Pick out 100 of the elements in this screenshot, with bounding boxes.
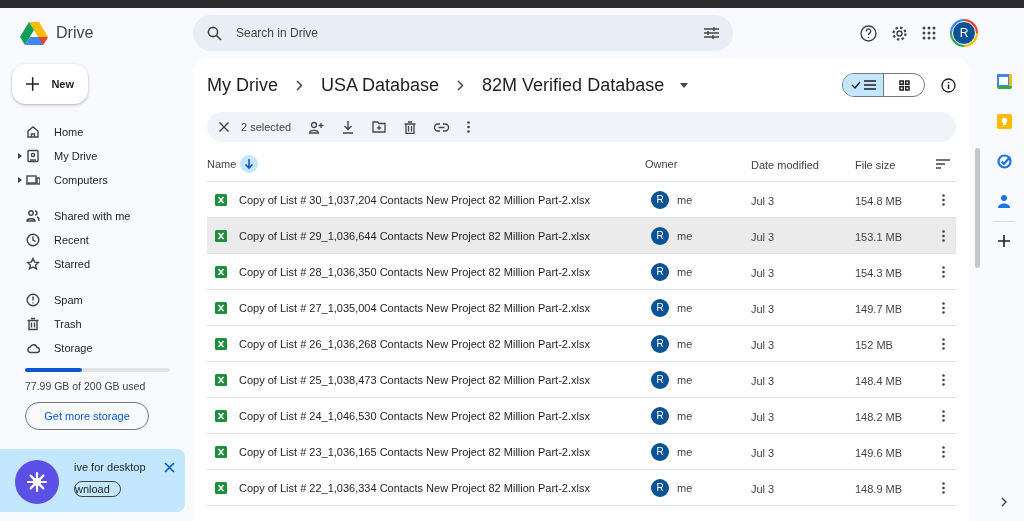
- breadcrumb-item[interactable]: My Drive: [207, 74, 278, 96]
- scrollbar-thumb[interactable]: [974, 148, 980, 268]
- more-icon[interactable]: [941, 229, 945, 242]
- file-row[interactable]: Copy of List # 24_1,046,530 Contacts New Project 82 Million Part-2.xlsx R me Jul 3 148.2 MB: [207, 398, 956, 434]
- more-icon[interactable]: [467, 121, 471, 133]
- breadcrumb-item[interactable]: 82M Verified Database: [482, 74, 665, 96]
- sidebar-item[interactable]: Computers: [12, 168, 193, 192]
- owner-name: me: [677, 193, 693, 206]
- move-folder-icon[interactable]: [372, 121, 387, 133]
- size-cell: 148.2 MB: [855, 410, 903, 423]
- date-cell: Jul 3: [751, 338, 775, 351]
- owner-name: me: [677, 229, 693, 242]
- clock-icon: [26, 233, 40, 247]
- file-row[interactable]: Copy of List # 25_1,038,473 Contacts New Project 82 Million Part-2.xlsx R me Jul 3 148.4 MB: [207, 362, 956, 398]
- spreadsheet-icon: [215, 193, 227, 206]
- size-cell: 148.4 MB: [855, 374, 903, 387]
- trash-icon: [26, 317, 40, 331]
- owner-name: me: [677, 373, 693, 386]
- expand-arrow-icon[interactable]: [18, 177, 22, 183]
- file-row[interactable]: Copy of List # 26_1,036,268 Contacts New Project 82 Million Part-2.xlsx R me Jul 3 152 MB: [207, 326, 956, 362]
- file-row[interactable]: Copy of List # 23_1,036,165 Contacts New Project 82 Million Part-2.xlsx R me Jul 3 149.6 MB: [207, 434, 956, 470]
- expand-panel-icon[interactable]: [1001, 497, 1007, 507]
- add-icon[interactable]: [998, 235, 1010, 247]
- more-icon[interactable]: [941, 481, 945, 494]
- sidebar-item[interactable]: Recent: [12, 228, 193, 252]
- expand-arrow-icon[interactable]: [18, 153, 22, 159]
- date-cell: Jul 3: [751, 266, 775, 279]
- sort-options-icon[interactable]: [936, 158, 950, 169]
- file-row[interactable]: Copy of List # 29_1,036,644 Contacts New Project 82 Million Part-2.xlsx R me Jul 3 153.1 MB: [207, 218, 956, 254]
- column-header[interactable]: Date modified: [751, 158, 819, 171]
- file-name: Copy of List # 26_1,036,268 Contacts New Project 82 Million Part-2.xlsx: [239, 337, 590, 350]
- date-cell: Jul 3: [751, 410, 775, 423]
- close-icon[interactable]: [164, 461, 175, 473]
- share-icon[interactable]: [309, 120, 325, 134]
- file-name: Copy of List # 22_1,036,334 Contacts New Project 82 Million Part-2.xlsx: [239, 481, 590, 494]
- trash-icon[interactable]: [404, 120, 417, 134]
- spreadsheet-icon: [215, 445, 227, 458]
- owner-avatar: R: [651, 370, 669, 389]
- account-avatar[interactable]: R: [950, 19, 978, 47]
- close-icon[interactable]: [219, 122, 229, 132]
- sidebar-item[interactable]: Home: [12, 120, 193, 144]
- info-icon[interactable]: [941, 77, 956, 93]
- more-icon[interactable]: [941, 409, 945, 422]
- file-row[interactable]: Copy of List # 22_1,036,334 Contacts New Project 82 Million Part-2.xlsx R me Jul 3 148.9 MB: [207, 470, 956, 506]
- dropdown-icon[interactable]: [680, 82, 689, 88]
- calendar-icon[interactable]: [996, 74, 1012, 89]
- file-name: Copy of List # 25_1,038,473 Contacts New Project 82 Million Part-2.xlsx: [239, 373, 590, 386]
- more-icon[interactable]: [941, 445, 945, 458]
- more-icon[interactable]: [941, 193, 945, 206]
- date-cell: Jul 3: [751, 194, 775, 207]
- sidebar-item[interactable]: Spam: [12, 288, 193, 312]
- list-view-toggle[interactable]: [843, 74, 883, 96]
- sidebar-item[interactable]: Shared with me: [12, 204, 193, 228]
- promo-title: ive for desktop: [74, 461, 146, 473]
- file-name: Copy of List # 29_1,036,644 Contacts New Project 82 Million Part-2.xlsx: [239, 229, 590, 242]
- spreadsheet-icon: [215, 229, 227, 242]
- sidebar-item[interactable]: Starred: [12, 252, 193, 276]
- drive-icon: [26, 149, 40, 163]
- computer-icon: [26, 173, 40, 187]
- more-icon[interactable]: [941, 373, 945, 386]
- sidebar-item[interactable]: Storage: [12, 336, 193, 360]
- owner-avatar: R: [651, 298, 669, 317]
- new-button[interactable]: New: [12, 64, 88, 104]
- sidebar-item[interactable]: Trash: [12, 312, 193, 336]
- help-icon[interactable]: [860, 24, 877, 42]
- size-cell: 149.7 MB: [855, 302, 903, 315]
- owner-name: me: [677, 301, 693, 314]
- drive-logo-icon: [20, 21, 48, 45]
- breadcrumb-item[interactable]: USA Database: [321, 74, 440, 96]
- column-header[interactable]: Name: [207, 157, 237, 170]
- date-cell: Jul 3: [751, 230, 775, 243]
- column-header[interactable]: Owner: [645, 157, 678, 170]
- assistant-button-icon[interactable]: [15, 460, 59, 504]
- contacts-icon[interactable]: [998, 194, 1010, 208]
- more-icon[interactable]: [941, 265, 945, 278]
- file-row[interactable]: Copy of List # 28_1,036,350 Contacts New Project 82 Million Part-2.xlsx R me Jul 3 154.3 MB: [207, 254, 956, 290]
- owner-avatar: R: [651, 190, 669, 209]
- search-bar[interactable]: Search in Drive: [193, 15, 733, 51]
- size-cell: 153.1 MB: [855, 230, 903, 243]
- size-cell: 154.3 MB: [855, 266, 903, 279]
- apps-grid-icon[interactable]: [922, 26, 936, 40]
- filter-icon[interactable]: [704, 26, 719, 40]
- more-icon[interactable]: [941, 301, 945, 314]
- link-icon[interactable]: [434, 122, 450, 132]
- file-name: Copy of List # 23_1,036,165 Contacts New Project 82 Million Part-2.xlsx: [239, 445, 590, 458]
- tasks-icon[interactable]: [996, 154, 1012, 169]
- plus-icon: [26, 77, 40, 91]
- owner-avatar: R: [651, 334, 669, 353]
- download-icon[interactable]: [342, 120, 355, 134]
- search-icon: [207, 25, 222, 41]
- settings-icon[interactable]: [891, 24, 908, 42]
- more-icon[interactable]: [941, 337, 945, 350]
- owner-avatar: R: [651, 442, 669, 461]
- date-cell: Jul 3: [751, 302, 775, 315]
- column-header[interactable]: File size: [855, 158, 896, 171]
- file-row[interactable]: Copy of List # 27_1,035,004 Contacts New Project 82 Million Part-2.xlsx R me Jul 3 149.7 MB: [207, 290, 956, 326]
- size-cell: 152 MB: [855, 338, 893, 351]
- size-cell: 149.6 MB: [855, 446, 903, 459]
- sidebar-item[interactable]: My Drive: [12, 144, 193, 168]
- search-input[interactable]: Search in Drive: [236, 26, 690, 40]
